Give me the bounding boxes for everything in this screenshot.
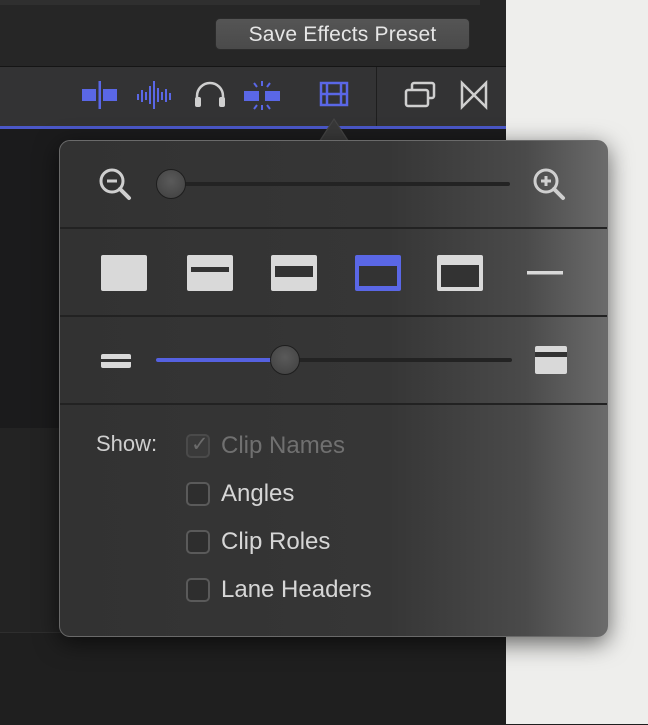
angles-label: Angles [221, 480, 295, 507]
show-label: Show: [96, 431, 158, 456]
popover-divider [60, 227, 607, 229]
clip-mode-waveform-only[interactable] [100, 254, 148, 292]
lane-headers-label: Lane Headers [221, 576, 372, 603]
clip-names-label: Clip Names [221, 432, 346, 459]
clip-roles-label: Clip Roles [221, 528, 331, 555]
show-option-clip-roles[interactable]: Clip Roles [186, 527, 330, 557]
transitions-browser-icon[interactable] [456, 80, 496, 110]
zoom-out-icon[interactable] [98, 167, 132, 201]
clip-roles-checkbox[interactable] [186, 530, 210, 554]
small-height-icon [100, 351, 132, 376]
headphones-solo-icon[interactable] [190, 80, 230, 110]
clip-height-slider-knob[interactable] [270, 345, 301, 375]
show-option-clip-names[interactable]: Clip Names [186, 431, 345, 461]
timeline-index-icon[interactable] [402, 80, 442, 110]
clip-height-slider-fill [156, 358, 286, 362]
show-option-angles[interactable]: Angles [186, 479, 294, 509]
popover-arrow-fill [320, 120, 348, 142]
lane-headers-checkbox[interactable] [186, 578, 210, 602]
clip-appearance-popover: Show: Clip Names Angles Clip Roles Lane … [59, 140, 608, 637]
angles-checkbox[interactable] [186, 482, 210, 506]
large-height-icon [534, 345, 568, 380]
clip-skimming-icon[interactable] [80, 80, 120, 110]
clip-mode-waveform-and-filmstrip[interactable] [270, 254, 318, 292]
clip-mode-filmstrip-only[interactable] [436, 254, 484, 292]
popover-divider [60, 403, 607, 405]
clip-mode-large-waveform[interactable] [186, 254, 234, 292]
zoom-in-icon[interactable] [532, 167, 566, 201]
toolbar-divider [376, 67, 377, 126]
zoom-slider-track[interactable] [156, 182, 510, 186]
zoom-slider-knob[interactable] [156, 169, 186, 199]
snapping-icon[interactable] [242, 80, 282, 110]
save-effects-preset-button[interactable]: Save Effects Preset [215, 18, 470, 50]
clip-names-checkbox[interactable] [186, 432, 210, 458]
popover-divider [60, 315, 607, 317]
clip-appearance-icon[interactable] [316, 80, 356, 110]
clip-mode-labels-only[interactable] [526, 254, 574, 292]
show-option-lane-headers[interactable]: Lane Headers [186, 575, 372, 605]
audio-skimming-icon[interactable] [136, 80, 176, 110]
clip-mode-large-filmstrip[interactable] [354, 254, 402, 292]
timeline-bottom-area [0, 632, 506, 725]
